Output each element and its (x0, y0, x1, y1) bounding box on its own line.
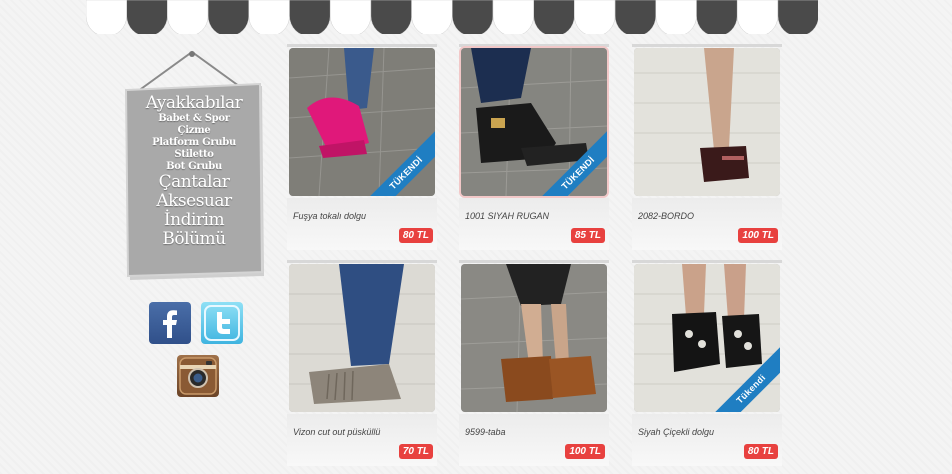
product-card[interactable]: 9599-taba 100 TL (459, 260, 609, 470)
product-card[interactable]: 2082-BORDO 100 TL (632, 44, 782, 254)
product-price: 80 TL (398, 228, 433, 243)
product-price: 100 TL (565, 444, 605, 459)
product-photo[interactable]: TÜKENDİ (461, 48, 607, 196)
menu-item-cizme[interactable]: Çizme (130, 125, 258, 137)
product-photo[interactable] (289, 264, 435, 412)
menu-item-stiletto[interactable]: Stiletto (130, 149, 258, 161)
category-menu: Ayakkabılar Babet & Spor Çizme Platform … (130, 94, 258, 249)
product-name[interactable]: Vizon cut out püsküllü (293, 427, 380, 437)
menu-item-ayakkabilar[interactable]: Ayakkabılar (130, 94, 258, 113)
menu-item-indirim[interactable]: İndirim Bölümü (130, 211, 258, 249)
product-photo[interactable] (634, 48, 780, 196)
product-name[interactable]: 9599-taba (465, 427, 506, 437)
product-card[interactable]: TÜKENDİ 1001 SIYAH RUGAN 85 TL (459, 44, 609, 254)
product-name[interactable]: 2082-BORDO (638, 211, 694, 221)
twitter-icon[interactable] (201, 302, 243, 344)
category-sign: Ayakkabılar Babet & Spor Çizme Platform … (122, 50, 268, 282)
product-card[interactable]: Vizon cut out püsküllü 70 TL (287, 260, 437, 470)
menu-item-babet-spor[interactable]: Babet & Spor (130, 113, 258, 125)
product-name[interactable]: Fuşya tokalı dolgu (293, 211, 366, 221)
menu-item-aksesuar[interactable]: Aksesuar (130, 192, 258, 211)
product-price: 85 TL (570, 228, 605, 243)
product-photo[interactable]: Tükendi (634, 264, 780, 412)
menu-item-platform-grubu[interactable]: Platform Grubu (130, 137, 258, 149)
menu-item-cantalar[interactable]: Çantalar (130, 173, 258, 192)
product-card[interactable]: TÜKENDİ Fuşya tokalı dolgu 80 TL (287, 44, 437, 254)
product-card[interactable]: Tükendi Siyah Çiçekli dolgu 80 TL (632, 260, 782, 470)
product-price: 80 TL (743, 444, 778, 459)
product-price: 70 TL (398, 444, 433, 459)
product-name[interactable]: Siyah Çiçekli dolgu (638, 427, 714, 437)
product-price: 100 TL (738, 228, 778, 243)
product-photo[interactable] (461, 264, 607, 412)
facebook-icon[interactable] (149, 302, 191, 344)
product-photo[interactable]: TÜKENDİ (289, 48, 435, 196)
awning-banner (86, 0, 818, 34)
instagram-icon[interactable] (177, 355, 219, 397)
product-name[interactable]: 1001 SIYAH RUGAN (465, 211, 549, 221)
